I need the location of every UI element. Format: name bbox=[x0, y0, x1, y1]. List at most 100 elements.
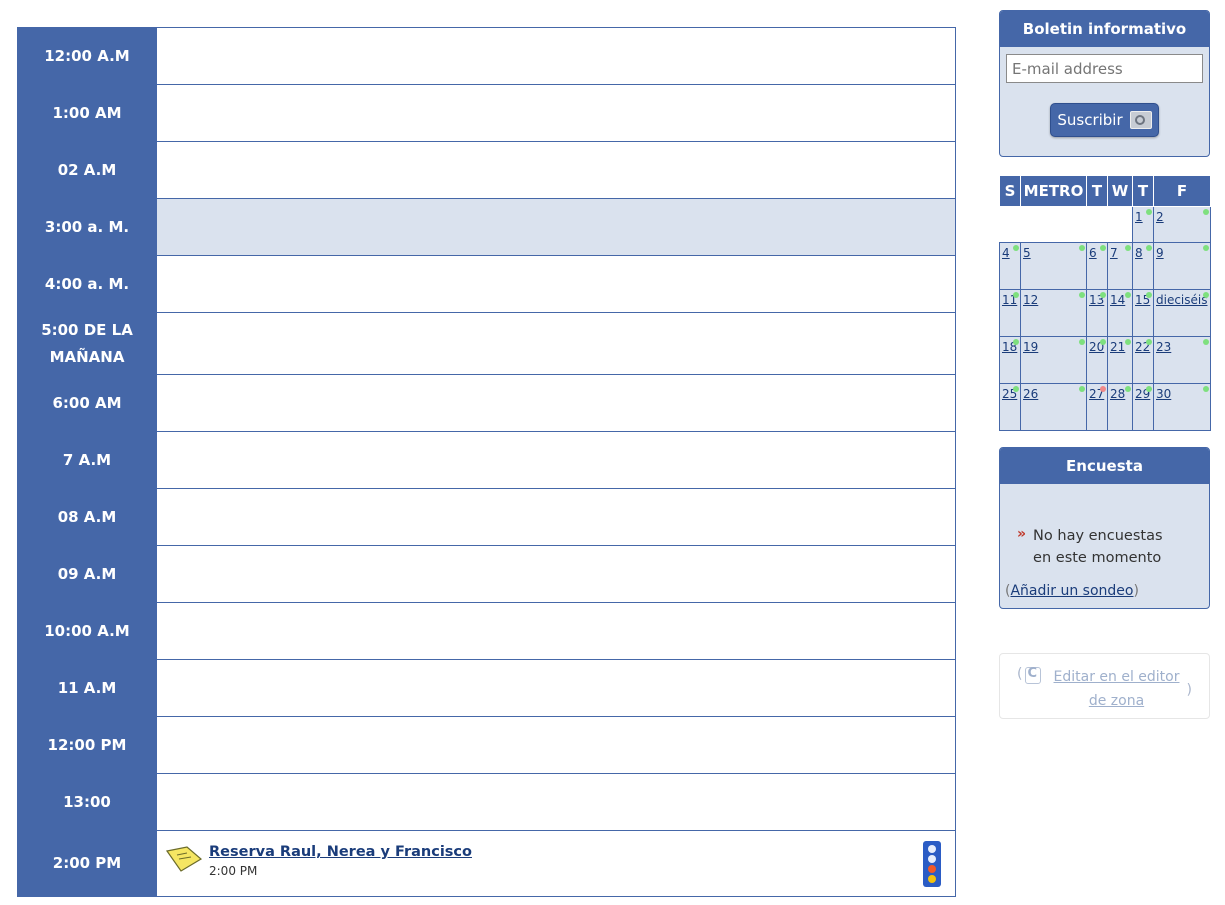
poll-title: Encuesta bbox=[1000, 448, 1209, 484]
calendar-day: 15 bbox=[1132, 289, 1154, 337]
day-status-dot-icon bbox=[1100, 386, 1106, 392]
calendar-day: 13 bbox=[1086, 289, 1108, 337]
calendar-day: 12 bbox=[1020, 289, 1087, 337]
hour-slot[interactable] bbox=[157, 546, 955, 602]
hour-slot[interactable] bbox=[157, 717, 955, 773]
traffic-light-icon bbox=[923, 841, 941, 887]
hour-slot[interactable] bbox=[157, 28, 955, 84]
hour-slot[interactable]: Reserva Raul, Nerea y Francisco 2:00 PM bbox=[157, 831, 955, 896]
calendar-day: 22 bbox=[1132, 336, 1154, 384]
hour-row: 09 A.M bbox=[17, 546, 955, 603]
calendar-day-link[interactable]: 30 bbox=[1156, 387, 1171, 401]
event-item[interactable]: Reserva Raul, Nerea y Francisco 2:00 PM bbox=[165, 841, 941, 887]
calendar-day: 19 bbox=[1020, 336, 1087, 384]
add-poll-link[interactable]: Añadir un sondeo bbox=[1010, 583, 1133, 599]
hour-slot[interactable] bbox=[157, 375, 955, 431]
calendar-day: 5 bbox=[1020, 242, 1087, 290]
paren-open: ( bbox=[1017, 666, 1023, 682]
event-title-link[interactable]: Reserva Raul, Nerea y Francisco bbox=[209, 843, 472, 861]
hour-label: 2:00 PM bbox=[17, 831, 157, 896]
calendar-week-row: 12 bbox=[999, 206, 1211, 243]
hour-row: 5:00 DE LA MAÑANA bbox=[17, 313, 955, 375]
calendar-day: 27 bbox=[1086, 383, 1108, 431]
day-status-dot-icon bbox=[1203, 292, 1209, 298]
calendar-day-link[interactable]: 26 bbox=[1023, 387, 1038, 401]
calendar-day: 21 bbox=[1107, 336, 1133, 384]
calendar-day-link[interactable]: 8 bbox=[1135, 246, 1143, 260]
hour-row: 4:00 a. M. bbox=[17, 256, 955, 313]
day-status-dot-icon bbox=[1013, 339, 1019, 345]
hour-label: 12:00 PM bbox=[17, 717, 157, 773]
calendar-weekday-header: S bbox=[999, 175, 1021, 207]
calendar-weekday-header: T bbox=[1086, 175, 1108, 207]
calendar-day-link[interactable]: 2 bbox=[1156, 210, 1164, 224]
calendar-day: 29 bbox=[1132, 383, 1154, 431]
calendar-day: 6 bbox=[1086, 242, 1108, 290]
calendar-day: 18 bbox=[999, 336, 1021, 384]
calendar-day-link[interactable]: 9 bbox=[1156, 246, 1164, 260]
calendar-weekday-header: W bbox=[1107, 175, 1133, 207]
calendar-day-link[interactable]: 5 bbox=[1023, 246, 1031, 260]
calendar-day: 4 bbox=[999, 242, 1021, 290]
hour-slot[interactable] bbox=[157, 774, 955, 830]
hour-label: 02 A.M bbox=[17, 142, 157, 198]
day-status-dot-icon bbox=[1079, 339, 1085, 345]
calendar-day-link[interactable]: 7 bbox=[1110, 246, 1118, 260]
calendar-day-link[interactable]: 23 bbox=[1156, 340, 1171, 354]
day-status-dot-icon bbox=[1146, 386, 1152, 392]
calendar-day-link[interactable]: 28 bbox=[1110, 387, 1125, 401]
day-status-dot-icon bbox=[1125, 386, 1131, 392]
day-status-dot-icon bbox=[1203, 386, 1209, 392]
poll-add-wrapper: (Añadir un sondeo) bbox=[1005, 583, 1139, 599]
poll-message: » No hay encuestas en este momento bbox=[1017, 525, 1173, 569]
calendar-day-link[interactable]: 12 bbox=[1023, 293, 1038, 307]
hour-row: 11 A.M bbox=[17, 660, 955, 717]
hour-slot[interactable] bbox=[157, 660, 955, 716]
hour-slot[interactable] bbox=[157, 489, 955, 545]
hour-slot[interactable] bbox=[157, 432, 955, 488]
hour-slot[interactable] bbox=[157, 199, 955, 255]
calendar-day: 9 bbox=[1153, 242, 1211, 290]
hour-row: 12:00 PM bbox=[17, 717, 955, 774]
ticket-icon bbox=[165, 846, 203, 872]
hour-label: 12:00 A.M bbox=[17, 28, 157, 84]
hour-slot[interactable] bbox=[157, 142, 955, 198]
paren-close: ) bbox=[1186, 682, 1192, 698]
calendar-day: 7 bbox=[1107, 242, 1133, 290]
calendar-day-link[interactable]: 21 bbox=[1110, 340, 1125, 354]
email-field[interactable] bbox=[1006, 54, 1203, 83]
calendar-weekday-header: T bbox=[1132, 175, 1154, 207]
calendar-day-link[interactable]: 6 bbox=[1089, 246, 1097, 260]
day-status-dot-icon bbox=[1203, 245, 1209, 251]
day-status-dot-icon bbox=[1013, 386, 1019, 392]
day-status-dot-icon bbox=[1013, 245, 1019, 251]
calendar-day: 25 bbox=[999, 383, 1021, 431]
newsletter-box: Boletin informativo Suscribir bbox=[999, 10, 1210, 157]
calendar-day: 28 bbox=[1107, 383, 1133, 431]
calendar-week-row: 18 19 20 21 22 23 bbox=[999, 336, 1211, 384]
hour-slot[interactable] bbox=[157, 603, 955, 659]
zone-editor-box: ( Editar en el editor de zona ) bbox=[999, 653, 1210, 719]
subscribe-button[interactable]: Suscribir bbox=[1050, 103, 1159, 137]
edit-zone-link[interactable]: Editar en el editor de zona bbox=[1047, 665, 1187, 713]
hour-row: 08 A.M bbox=[17, 489, 955, 546]
calendar-day-link[interactable]: 1 bbox=[1135, 210, 1143, 224]
hour-label: 5:00 DE LA MAÑANA bbox=[17, 313, 157, 374]
hour-slot[interactable] bbox=[157, 256, 955, 312]
day-status-dot-icon bbox=[1146, 245, 1152, 251]
double-chevron-right-icon: » bbox=[1017, 526, 1027, 542]
calendar-day: 1 bbox=[1132, 206, 1154, 243]
day-status-dot-icon bbox=[1203, 209, 1209, 215]
day-status-dot-icon bbox=[1100, 292, 1106, 298]
hour-slot[interactable] bbox=[157, 313, 955, 374]
calendar-day-link[interactable]: dieciséis bbox=[1156, 293, 1208, 307]
calendar-day-link[interactable]: 19 bbox=[1023, 340, 1038, 354]
calendar-day: 11 bbox=[999, 289, 1021, 337]
paren-close: ) bbox=[1133, 583, 1139, 599]
calendar-day-link[interactable]: 14 bbox=[1110, 293, 1125, 307]
calendar-day: 8 bbox=[1132, 242, 1154, 290]
day-status-dot-icon bbox=[1146, 292, 1152, 298]
hour-row: 02 A.M bbox=[17, 142, 955, 199]
calendar-day-link[interactable]: 4 bbox=[1002, 246, 1010, 260]
hour-slot[interactable] bbox=[157, 85, 955, 141]
